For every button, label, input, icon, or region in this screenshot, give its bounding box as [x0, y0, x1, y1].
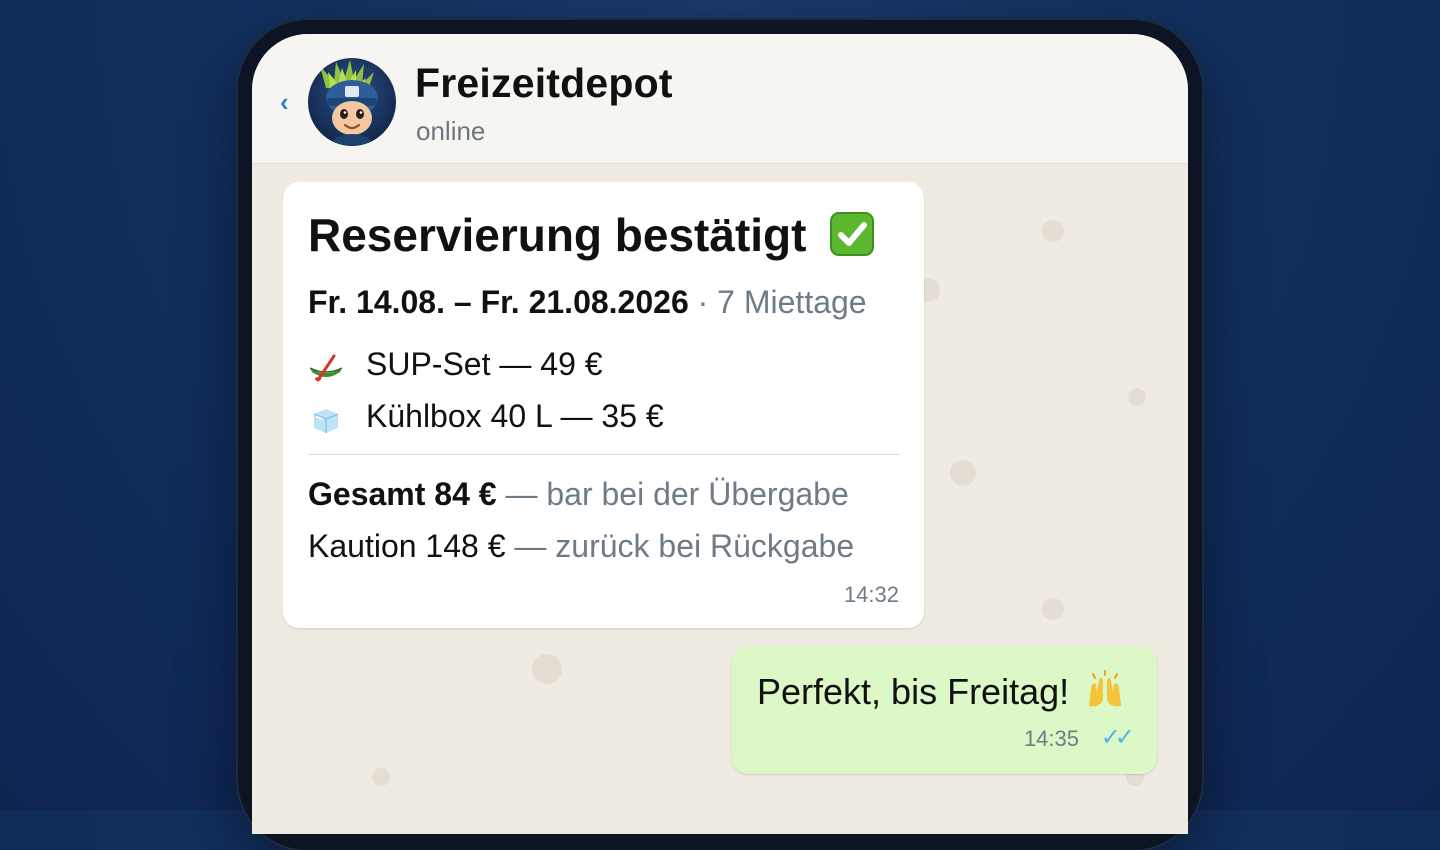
wallpaper-dot [1042, 598, 1064, 620]
contact-name[interactable]: Freizeitdepot [415, 60, 673, 107]
chat-screen: ‹ Freizeitdepot online Reservierung best… [252, 34, 1188, 834]
outgoing-message-bubble[interactable]: Perfekt, bis Freitag! 14:35 ✓✓ [732, 646, 1157, 774]
wallpaper-dot [1128, 388, 1146, 406]
message-text: Perfekt, bis Freitag! [757, 671, 1070, 712]
deposit-note: — zurück bei Rückgabe [514, 528, 855, 564]
rental-days: · 7 Miettage [697, 284, 867, 320]
outgoing-message-text: Perfekt, bis Freitag! [757, 670, 1125, 713]
read-double-check-icon: ✓✓ [1100, 724, 1135, 751]
deposit-line: Kaution 148 € — zurück bei Rückgabe [308, 528, 854, 565]
raising-hands-icon [1085, 670, 1125, 710]
wallpaper-dot [372, 768, 390, 786]
wallpaper-dot [532, 654, 562, 684]
avatar[interactable] [308, 58, 396, 146]
wallpaper-dot [950, 460, 976, 486]
total-amount: Gesamt 84 € [308, 476, 497, 512]
item-label: SUP-Set — 49 € [366, 346, 603, 382]
chevron-left-icon[interactable]: ‹ [280, 89, 304, 115]
wallpaper-dot [1042, 220, 1064, 242]
deposit-amount: Kaution 148 € [308, 528, 506, 564]
date-range: Fr. 14.08. – Fr. 21.08.2026 [308, 284, 689, 320]
message-timestamp: 14:32 [843, 582, 899, 607]
contact-status: online [416, 116, 486, 146]
canoe-icon [308, 353, 344, 382]
divider [308, 454, 900, 455]
check-mark-icon [829, 211, 875, 257]
message-heading: Reservierung bestätigt [308, 208, 875, 262]
message-timestamp: 14:35 [1023, 726, 1079, 751]
chat-header: ‹ Freizeitdepot online [252, 34, 1188, 164]
rental-period: Fr. 14.08. – Fr. 21.08.2026 · 7 Miettage [308, 284, 867, 321]
list-item: SUP-Set — 49 € [308, 346, 603, 383]
item-label: Kühlbox 40 L — 35 € [366, 398, 664, 434]
list-item: Kühlbox 40 L — 35 € [308, 398, 664, 435]
incoming-message-bubble[interactable]: Reservierung bestätigt Fr. 14.08. – Fr. … [283, 182, 924, 628]
heading-text: Reservierung bestätigt [308, 209, 807, 261]
total-line: Gesamt 84 € — bar bei der Übergabe [308, 476, 849, 513]
total-note: — bar bei der Übergabe [505, 476, 849, 512]
ice-cube-icon [308, 405, 344, 433]
